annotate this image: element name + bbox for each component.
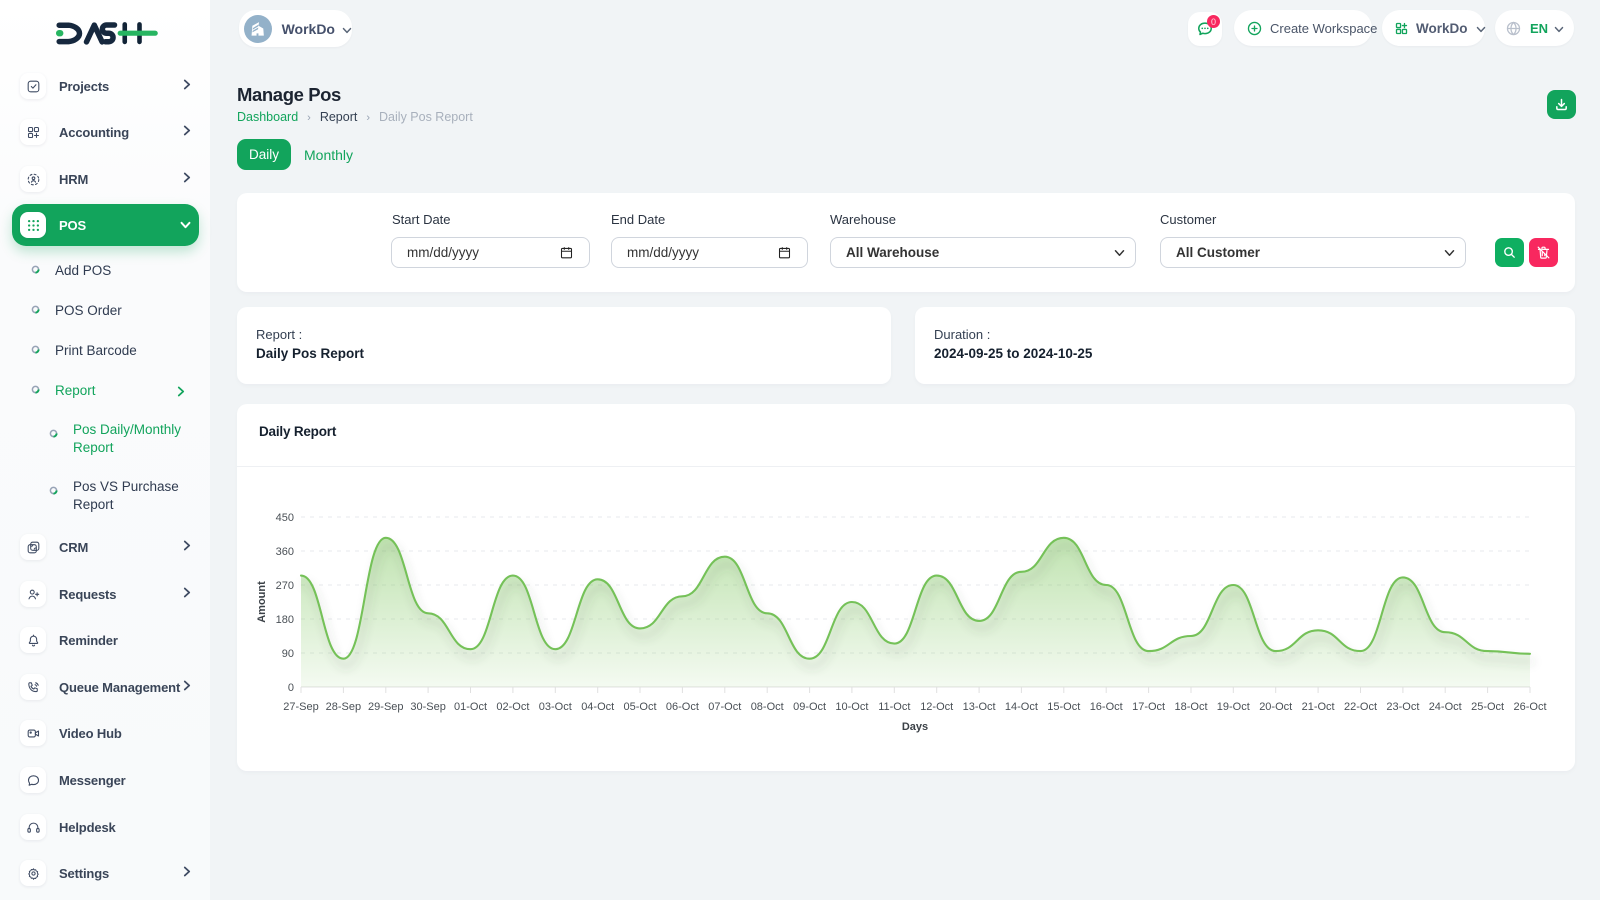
svg-text:21-Oct: 21-Oct [1302, 701, 1335, 713]
svg-text:14-Oct: 14-Oct [1005, 701, 1038, 713]
svg-text:07-Oct: 07-Oct [708, 701, 741, 713]
svg-text:08-Oct: 08-Oct [751, 701, 784, 713]
svg-text:20-Oct: 20-Oct [1259, 701, 1292, 713]
svg-text:Days: Days [902, 721, 928, 733]
svg-text:01-Oct: 01-Oct [454, 701, 487, 713]
svg-text:17-Oct: 17-Oct [1132, 701, 1165, 713]
svg-text:12-Oct: 12-Oct [920, 701, 953, 713]
svg-text:450: 450 [276, 512, 294, 524]
svg-text:23-Oct: 23-Oct [1386, 701, 1419, 713]
svg-text:30-Sep: 30-Sep [410, 701, 445, 713]
svg-text:28-Sep: 28-Sep [326, 701, 361, 713]
svg-text:16-Oct: 16-Oct [1090, 701, 1123, 713]
svg-text:360: 360 [276, 546, 294, 558]
svg-text:03-Oct: 03-Oct [539, 701, 572, 713]
svg-text:04-Oct: 04-Oct [581, 701, 614, 713]
svg-text:09-Oct: 09-Oct [793, 701, 826, 713]
svg-text:24-Oct: 24-Oct [1429, 701, 1462, 713]
svg-text:02-Oct: 02-Oct [496, 701, 529, 713]
svg-text:25-Oct: 25-Oct [1471, 701, 1504, 713]
svg-text:90: 90 [282, 648, 294, 660]
svg-text:19-Oct: 19-Oct [1217, 701, 1250, 713]
svg-text:06-Oct: 06-Oct [666, 701, 699, 713]
svg-text:11-Oct: 11-Oct [878, 701, 910, 713]
svg-text:13-Oct: 13-Oct [963, 701, 996, 713]
svg-text:0: 0 [288, 682, 294, 694]
svg-text:27-Sep: 27-Sep [283, 701, 318, 713]
svg-text:10-Oct: 10-Oct [835, 701, 868, 713]
svg-text:29-Sep: 29-Sep [368, 701, 403, 713]
svg-text:270: 270 [276, 580, 294, 592]
svg-text:18-Oct: 18-Oct [1174, 701, 1207, 713]
svg-text:05-Oct: 05-Oct [623, 701, 656, 713]
svg-text:Amount: Amount [256, 581, 268, 623]
svg-text:15-Oct: 15-Oct [1047, 701, 1080, 713]
svg-text:26-Oct: 26-Oct [1513, 701, 1546, 713]
svg-text:22-Oct: 22-Oct [1344, 701, 1377, 713]
svg-text:180: 180 [276, 614, 294, 626]
